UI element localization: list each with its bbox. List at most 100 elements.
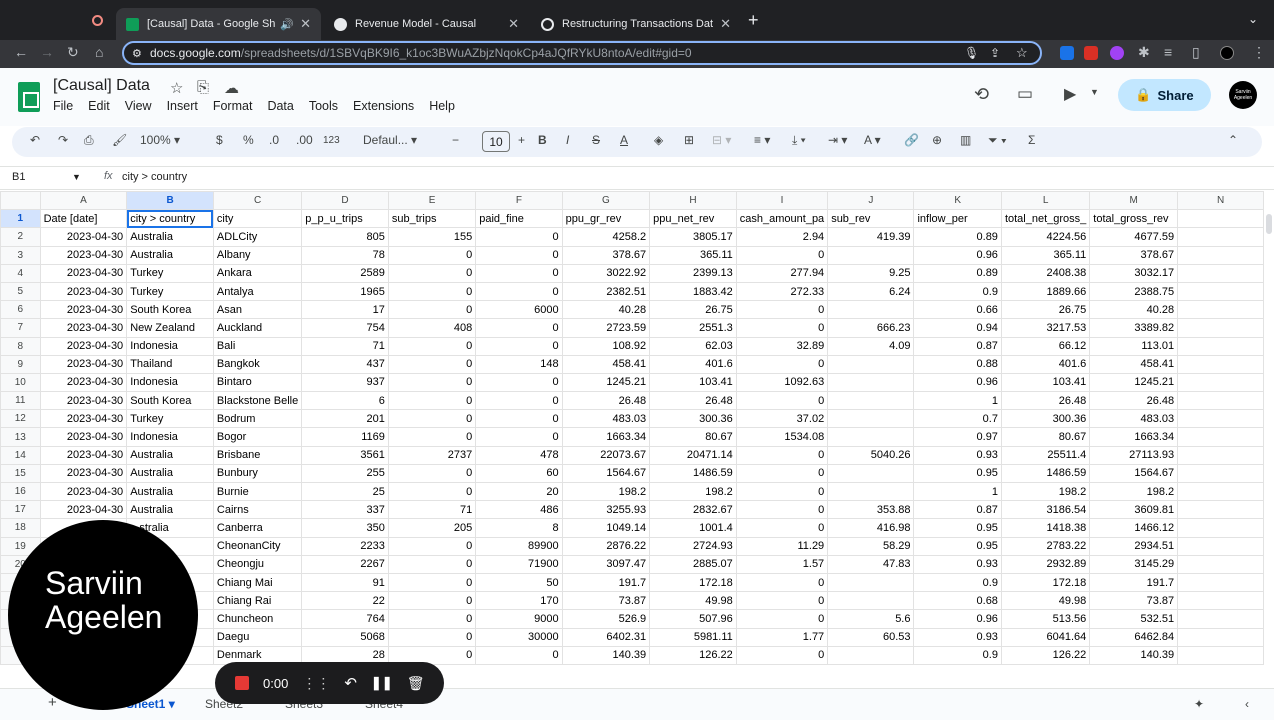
cell[interactable]: 337	[301, 500, 389, 520]
cell[interactable]: 1486.59	[1000, 463, 1091, 484]
cell[interactable]: Bali	[212, 336, 303, 356]
cell[interactable]	[1177, 536, 1264, 556]
row-header[interactable]: 15	[0, 463, 41, 484]
cell[interactable]: 0.96	[913, 609, 1002, 629]
bold-icon[interactable]: B	[538, 133, 547, 147]
menu-file[interactable]: File	[53, 99, 73, 113]
cell[interactable]: 0	[475, 281, 563, 302]
cell[interactable]: 9000	[475, 609, 563, 629]
cell[interactable]: total_net_gross_	[1000, 209, 1091, 229]
cell[interactable]: 2023-04-30	[39, 391, 128, 411]
cell[interactable]: 0	[475, 391, 563, 411]
cell[interactable]: Turkey	[126, 263, 214, 283]
menu-insert[interactable]: Insert	[167, 99, 198, 113]
cell[interactable]: 2023-04-30	[39, 500, 128, 520]
cell[interactable]: inflow_per	[913, 209, 1002, 229]
cell[interactable]: 458.41	[561, 354, 651, 374]
cell[interactable]: 9.25	[827, 263, 915, 283]
cell[interactable]: 0	[387, 263, 477, 283]
cell[interactable]: 1001.4	[649, 518, 737, 538]
cell[interactable]	[1177, 518, 1264, 538]
row-header[interactable]: 14	[0, 445, 41, 465]
number-format-button[interactable]: 123	[323, 135, 340, 146]
cell[interactable]: 0	[735, 591, 829, 611]
cell[interactable]: 458.41	[1089, 354, 1179, 374]
cell[interactable]: 365.11	[649, 245, 737, 265]
cell[interactable]: 1169	[301, 427, 389, 447]
cell[interactable]: South Korea	[126, 300, 214, 320]
cell[interactable]: 0.95	[913, 518, 1002, 538]
cell[interactable]: 0	[475, 245, 563, 265]
cell[interactable]	[1177, 572, 1264, 593]
cell[interactable]: 2267	[301, 554, 389, 574]
cell[interactable]: 1	[913, 481, 1002, 502]
cell[interactable]: 2399.13	[649, 263, 737, 283]
column-header-m[interactable]: M	[1089, 191, 1179, 211]
vertical-align-icon[interactable]: ⤓ ▾	[792, 133, 806, 148]
cell[interactable]: 6041.64	[1000, 627, 1091, 647]
cell[interactable]: 2589	[301, 263, 389, 283]
cell[interactable]: 26.48	[1000, 391, 1091, 411]
drag-handle-icon[interactable]: ⋮⋮	[302, 675, 330, 692]
cell[interactable]: 478	[475, 445, 563, 465]
cell[interactable]	[1177, 609, 1264, 629]
cell[interactable]: 483.03	[561, 409, 651, 429]
cell[interactable]: 0	[735, 609, 829, 629]
cell[interactable]: Indonesia	[126, 336, 214, 356]
menu-view[interactable]: View	[125, 99, 152, 113]
cell[interactable]: ADLCity	[212, 227, 303, 247]
cell[interactable]	[1177, 645, 1264, 665]
cell[interactable]: 140.39	[561, 645, 651, 665]
reading-list-icon[interactable]: ≡	[1164, 44, 1172, 60]
column-header-i[interactable]: I	[735, 191, 829, 211]
cell[interactable]: 6402.31	[561, 627, 651, 647]
decrease-decimal-button[interactable]: .0	[269, 133, 279, 147]
vertical-scrollbar[interactable]	[1264, 212, 1274, 676]
cell[interactable]: 8	[475, 518, 563, 538]
cell[interactable]: 0.93	[913, 554, 1002, 574]
cell[interactable]: 198.2	[561, 481, 651, 502]
cell[interactable]: 378.67	[561, 245, 651, 265]
cell[interactable]: 2023-04-30	[39, 318, 128, 338]
cell[interactable]: 17	[301, 300, 389, 320]
cell[interactable]: 0	[387, 591, 477, 611]
cell[interactable]: 1564.67	[561, 463, 651, 484]
column-header-e[interactable]: E	[387, 191, 477, 211]
cell[interactable]: 198.2	[1089, 481, 1179, 502]
home-icon[interactable]: ⌂	[95, 44, 103, 60]
cell[interactable]	[1177, 481, 1264, 502]
cell[interactable]: 5040.26	[827, 445, 915, 465]
cell[interactable]: 5068	[301, 627, 389, 647]
browser-tab-restructuring[interactable]: Restructuring Transactions Dat ✕	[531, 8, 741, 40]
cell[interactable]: sub_trips	[387, 209, 477, 229]
cell[interactable]: 1534.08	[735, 427, 829, 447]
cell[interactable]: 1049.14	[561, 518, 651, 538]
cell[interactable]: Australia	[126, 500, 214, 520]
cell[interactable]: 754	[301, 318, 389, 338]
share-button[interactable]: 🔒 Share	[1118, 79, 1211, 111]
cell[interactable]: 3805.17	[649, 227, 737, 247]
cell[interactable]: 80.67	[649, 427, 737, 447]
functions-icon[interactable]: Σ	[1028, 133, 1035, 147]
cell[interactable]: 4.09	[827, 336, 915, 356]
cell[interactable]: 3032.17	[1089, 263, 1179, 283]
cell[interactable]: 532.51	[1089, 609, 1179, 629]
cell[interactable]: South Korea	[126, 391, 214, 411]
cell[interactable]: 26.48	[1089, 391, 1179, 411]
cell[interactable]	[827, 372, 915, 393]
cell[interactable]: 0	[735, 481, 829, 502]
cell[interactable]: 300.36	[649, 409, 737, 429]
cell[interactable]: Australia	[126, 245, 214, 265]
cell[interactable]: 0	[387, 245, 477, 265]
cell[interactable]: 71	[301, 336, 389, 356]
cell[interactable]: paid_fine	[475, 209, 563, 229]
cell[interactable]: 0	[387, 354, 477, 374]
profile-avatar-icon[interactable]	[1220, 46, 1234, 60]
cell[interactable]: CheonanCity	[212, 536, 303, 556]
insert-link-icon[interactable]: 🔗	[904, 133, 919, 147]
cell[interactable]: 2023-04-30	[39, 263, 128, 283]
cell[interactable]: 26.48	[649, 391, 737, 411]
cell[interactable]: 805	[301, 227, 389, 247]
cell[interactable]: 1245.21	[561, 372, 651, 393]
cell[interactable]	[1177, 318, 1264, 338]
